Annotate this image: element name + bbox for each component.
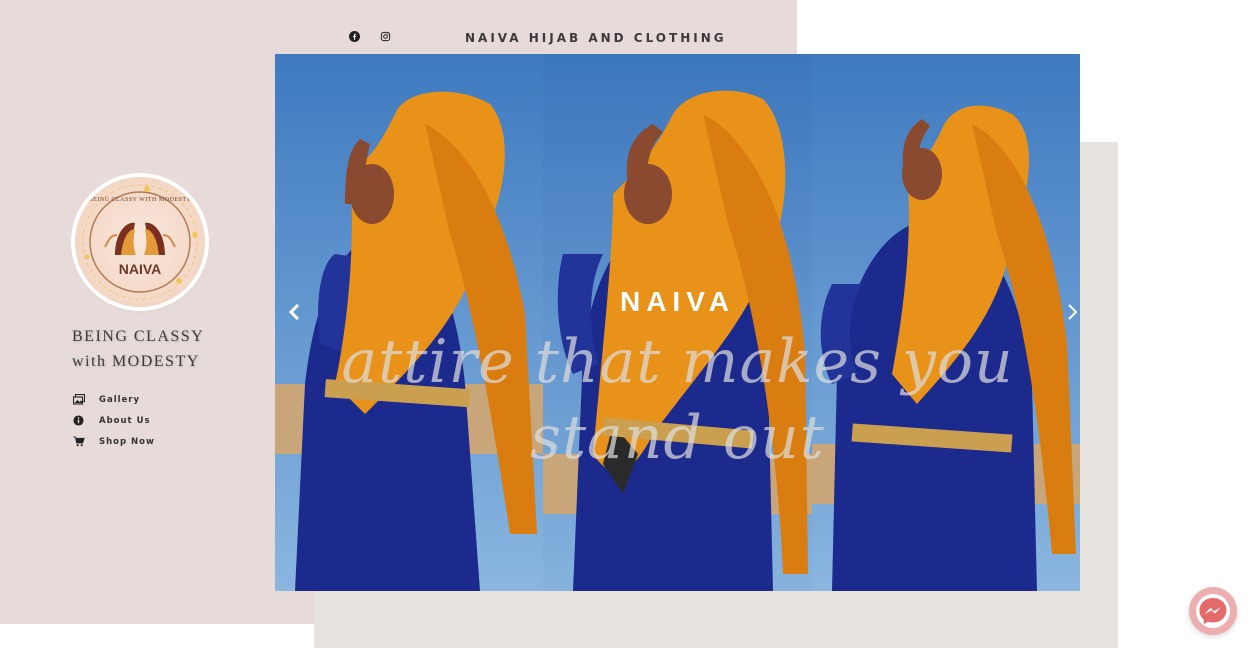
slide-brand-title: NAIVA: [619, 286, 736, 317]
brand-logo[interactable]: BEING CLASSY WITH MODESTY NAIVA: [75, 177, 205, 307]
messenger-chat-button[interactable]: [1189, 587, 1237, 635]
site-title: NAIVA HIJAB AND CLOTHING: [465, 31, 727, 45]
logo-arc-text: BEING CLASSY WITH MODESTY: [88, 197, 192, 203]
chevron-right-icon: [1068, 304, 1078, 320]
tagline-line-1: BEING CLASSY: [72, 328, 205, 345]
facebook-icon[interactable]: [348, 30, 361, 43]
nav-item-shop-now[interactable]: Shop Now: [72, 431, 155, 452]
slide-photo-2: [543, 54, 812, 591]
info-icon: [72, 414, 85, 427]
sidebar-tagline: BEING CLASSY with MODESTY: [72, 324, 232, 374]
sidebar-nav: Gallery About Us Shop Now: [72, 389, 155, 452]
slider-next-button[interactable]: [1060, 300, 1080, 324]
nav-label-about-us: About Us: [99, 415, 151, 426]
hero-slider: NAIVA attire that makes you stand out: [275, 54, 1080, 591]
nav-item-about-us[interactable]: About Us: [72, 410, 155, 431]
messenger-icon: [1196, 594, 1230, 628]
slide-photo-3: [812, 54, 1080, 591]
social-links: [348, 30, 392, 43]
gallery-icon: [72, 393, 85, 406]
instagram-icon[interactable]: [379, 30, 392, 43]
slide-photo-1: [275, 54, 543, 591]
chevron-left-icon: [289, 304, 300, 320]
nav-item-gallery[interactable]: Gallery: [72, 389, 155, 410]
nav-label-shop-now: Shop Now: [99, 436, 155, 447]
nav-label-gallery: Gallery: [99, 394, 141, 405]
cart-icon: [72, 435, 85, 448]
slide-tagline: attire that makes you stand out: [341, 327, 1014, 473]
slider-prev-button[interactable]: [283, 300, 307, 324]
logo-name: NAIVA: [118, 261, 162, 277]
tagline-line-2: with MODESTY: [72, 353, 200, 370]
